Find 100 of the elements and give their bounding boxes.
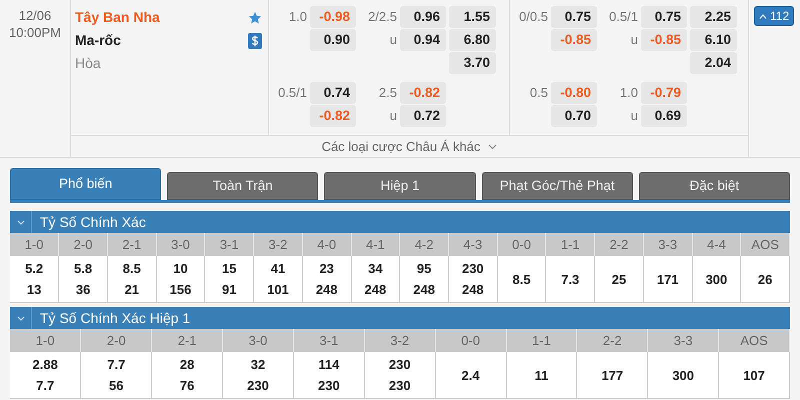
column-header: 3-3 — [643, 233, 692, 256]
odds-value[interactable]: 230 — [364, 375, 435, 396]
handicap-line: 0/0.5 — [519, 8, 548, 26]
odds-value[interactable]: 76 — [152, 375, 222, 396]
odds-button[interactable]: 0.90 — [310, 29, 356, 51]
odds-value[interactable]: 230 — [223, 375, 293, 396]
column-header: 2-1 — [107, 233, 156, 256]
odds-button[interactable]: 6.80 — [449, 29, 496, 51]
odds-value[interactable]: 36 — [59, 279, 107, 300]
column-header: 3-2 — [254, 233, 302, 256]
draw-label: Hòa — [75, 54, 101, 73]
chevron-down-icon[interactable] — [488, 144, 498, 150]
column-header: 1-0 — [10, 329, 81, 352]
odds-value[interactable]: 7.7 — [10, 375, 80, 396]
odds-value[interactable]: 230 — [294, 375, 364, 396]
odds-value[interactable]: 10 — [156, 258, 204, 279]
dollar-icon[interactable] — [248, 32, 262, 48]
column-header: 2-2 — [576, 329, 648, 352]
column-header: 2-0 — [58, 233, 108, 256]
odds-value[interactable]: 248 — [302, 279, 351, 300]
odds-button[interactable]: 0.69 — [641, 105, 687, 127]
column-header: 3-3 — [648, 329, 719, 352]
column-header: 2-1 — [152, 329, 223, 352]
tab[interactable]: Đặc biệt — [638, 172, 790, 200]
column-header: AOS — [740, 233, 790, 256]
odds-value[interactable]: 101 — [254, 279, 302, 300]
odds-button[interactable]: 0.75 — [551, 6, 597, 28]
odds-value[interactable]: 156 — [156, 279, 204, 300]
column-header: 4-3 — [448, 233, 498, 256]
odds-value[interactable]: 15 — [205, 258, 254, 279]
odds-value[interactable]: 230 — [364, 354, 435, 375]
odds-button[interactable]: 1.55 — [449, 6, 496, 28]
odds-value[interactable]: 13 — [10, 279, 58, 300]
handicap-line: 0.5 — [530, 84, 548, 102]
odds-value[interactable]: 28 — [152, 354, 222, 375]
odds-value[interactable]: 2.88 — [10, 354, 80, 375]
odds-value[interactable]: 56 — [81, 375, 152, 396]
under-label: u — [390, 107, 397, 126]
column-header: 3-1 — [204, 233, 254, 256]
column-header: 4-4 — [692, 233, 741, 256]
section-header[interactable]: Tỷ Số Chính Xác — [10, 211, 790, 233]
odds-button[interactable]: 0.72 — [400, 105, 446, 127]
under-label: u — [630, 31, 638, 50]
total-line: 0.5/1 — [609, 8, 638, 26]
total-line: 1.0 — [620, 84, 638, 102]
under-label: u — [630, 107, 638, 126]
column-header: 3-1 — [293, 329, 364, 352]
column-header: 4-2 — [400, 233, 448, 256]
more-markets-link[interactable]: Các loại cược Châu Á khác — [322, 136, 480, 156]
match-date: 12/06 — [18, 7, 52, 24]
odds-value[interactable]: 5.8 — [59, 258, 107, 279]
column-header: 4-1 — [351, 233, 400, 256]
odds-value[interactable]: 230 — [448, 258, 497, 279]
odds-value[interactable]: 91 — [205, 279, 254, 300]
odds-value[interactable]: 248 — [400, 279, 448, 300]
tab[interactable]: Hiệp 1 — [324, 172, 476, 200]
odds-button[interactable]: 0.70 — [551, 105, 597, 127]
team-name[interactable]: Ma-rốc — [75, 30, 121, 51]
tab[interactable]: Phạt Góc/Thẻ Phạt — [482, 172, 633, 200]
handicap-line: 0.5/1 — [278, 84, 307, 102]
odds-button[interactable]: 6.10 — [690, 29, 737, 51]
odds-value[interactable]: 34 — [352, 258, 400, 279]
odds-button[interactable]: 2.04 — [690, 52, 737, 74]
odds-button[interactable]: 3.70 — [449, 52, 496, 74]
tab[interactable]: Toàn Trận — [167, 172, 318, 200]
column-header: 3-2 — [364, 329, 436, 352]
column-header: 2-2 — [594, 233, 644, 256]
odds-value[interactable]: 7.7 — [81, 354, 152, 375]
odds-value[interactable]: 248 — [352, 279, 400, 300]
column-header: 1-0 — [10, 233, 59, 256]
tab[interactable]: Phổ biến — [10, 168, 162, 200]
odds-value[interactable]: 41 — [254, 258, 302, 279]
odds-button[interactable]: 0.75 — [641, 6, 687, 28]
odds-value[interactable]: 21 — [108, 279, 156, 300]
total-line: 2/2.5 — [368, 8, 397, 26]
odds-button[interactable]: 0.74 — [310, 82, 356, 104]
odds-value[interactable]: 95 — [400, 258, 448, 279]
column-header: 3-0 — [156, 233, 205, 256]
star-icon[interactable] — [248, 10, 262, 24]
column-header: 0-0 — [435, 329, 506, 352]
odds-value[interactable]: 32 — [223, 354, 293, 375]
column-header: 1-1 — [546, 233, 595, 256]
odds-button[interactable]: 0.94 — [400, 29, 446, 51]
column-header: AOS — [718, 329, 790, 352]
column-header: 2-0 — [80, 329, 152, 352]
odds-value[interactable]: 5.2 — [10, 258, 58, 279]
odds-value[interactable]: 248 — [448, 279, 497, 300]
column-header: 4-0 — [302, 233, 352, 256]
odds-value[interactable]: 8.5 — [108, 258, 156, 279]
odds-value[interactable]: 23 — [302, 258, 351, 279]
markets-count-button[interactable]: 112 — [754, 6, 794, 26]
odds-button[interactable]: 0.96 — [400, 6, 446, 28]
odds-button[interactable]: 2.25 — [690, 6, 737, 28]
column-header: 3-0 — [222, 329, 294, 352]
caret-up-icon — [759, 14, 767, 18]
total-line: 2.5 — [378, 84, 397, 102]
under-label: u — [390, 31, 397, 50]
odds-value[interactable]: 114 — [294, 354, 364, 375]
section-header[interactable]: Tỷ Số Chính Xác Hiệp 1 — [10, 307, 790, 329]
match-time: 10:00PM — [8, 24, 62, 41]
